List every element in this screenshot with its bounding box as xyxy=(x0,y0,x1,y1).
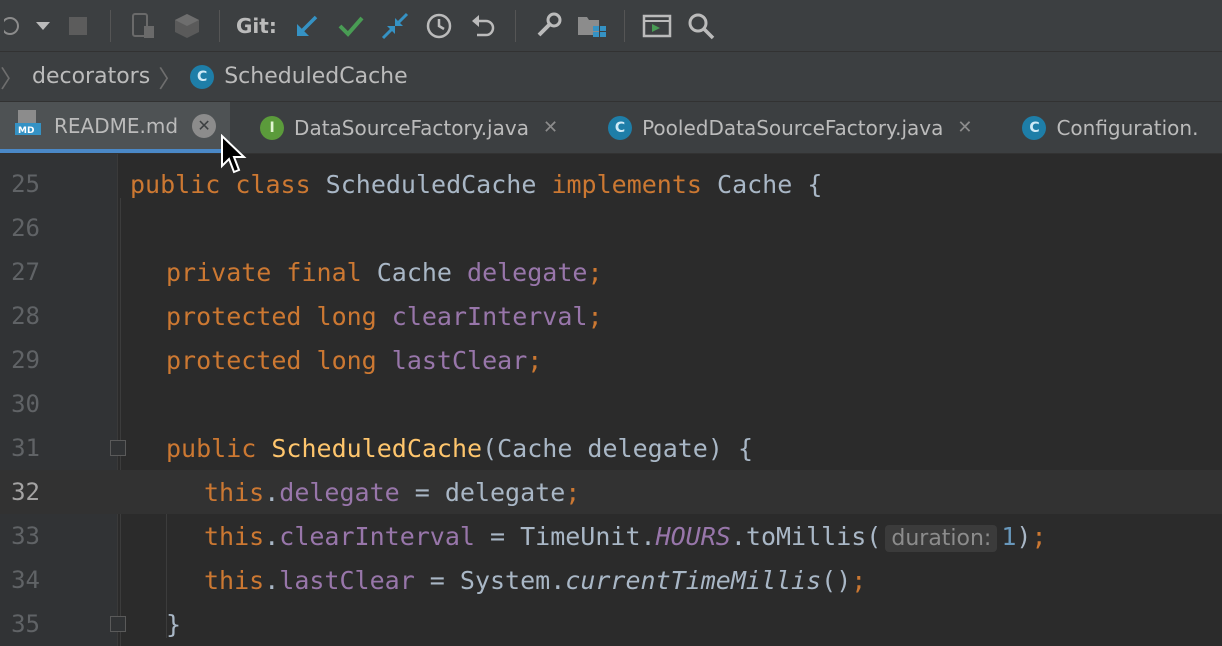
stop-icon[interactable] xyxy=(56,4,100,48)
code-line[interactable]: 27 private final Cache delegate; xyxy=(0,250,1222,294)
close-icon[interactable]: ✕ xyxy=(192,113,217,138)
code-text: protected long clearInterval; xyxy=(166,301,603,331)
code-text: protected long lastClear; xyxy=(166,345,543,375)
markdown-file-icon: MD xyxy=(14,109,42,142)
breadcrumb-separator-icon: 〉 xyxy=(0,65,24,93)
tab-label: DataSourceFactory.java xyxy=(294,115,529,140)
markdown-badge-text: MD xyxy=(18,126,34,136)
toolbar-divider xyxy=(623,9,625,42)
code-line[interactable]: 28 protected long clearInterval; xyxy=(0,294,1222,338)
tab-datasourcefactory[interactable]: I DataSourceFactory.java ✕ xyxy=(230,102,572,153)
line-number: 29 xyxy=(11,346,40,374)
tab-readme[interactable]: MD README.md ✕ xyxy=(0,102,231,153)
tab-label: README.md xyxy=(54,113,179,138)
code-line[interactable]: 35 } xyxy=(0,602,1222,646)
chevron-down-icon[interactable] xyxy=(30,0,56,52)
close-icon[interactable]: ✕ xyxy=(957,117,972,138)
code-line[interactable]: 34 this.lastClear = System.currentTimeMi… xyxy=(0,558,1222,602)
git-label: Git: xyxy=(236,13,277,38)
search-icon[interactable] xyxy=(679,4,723,48)
git-merge-icon[interactable] xyxy=(373,4,417,48)
tab-label: Configuration. xyxy=(1056,115,1199,140)
code-text: this.delegate = delegate; xyxy=(204,477,581,507)
tab-label: PooledDataSourceFactory.java xyxy=(642,115,944,140)
class-icon: C xyxy=(190,64,215,89)
settings-wrench-icon[interactable] xyxy=(526,4,570,48)
git-update-icon[interactable] xyxy=(285,4,329,48)
breadcrumb-item-decorators[interactable]: decorators xyxy=(32,64,150,89)
project-structure-icon[interactable] xyxy=(570,4,614,48)
line-number: 32 xyxy=(11,478,40,506)
code-line[interactable]: 30 xyxy=(0,382,1222,426)
fold-marker-icon[interactable] xyxy=(110,440,126,456)
terminal-icon[interactable] xyxy=(635,4,679,48)
class-icon: C xyxy=(1022,115,1047,140)
line-number: 27 xyxy=(11,258,40,286)
parameter-hint: duration: xyxy=(885,524,998,552)
git-rollback-icon[interactable] xyxy=(461,4,505,48)
breadcrumb: 〉 decorators 〉 C ScheduledCache xyxy=(0,52,1222,102)
code-line[interactable]: 33 this.clearInterval = TimeUnit.HOURS.t… xyxy=(0,514,1222,558)
line-number: 35 xyxy=(11,610,40,638)
device-icon[interactable] xyxy=(121,4,165,48)
breadcrumb-item-scheduledcache[interactable]: ScheduledCache xyxy=(224,64,407,89)
build-icon[interactable] xyxy=(165,4,209,48)
fold-marker-icon[interactable] xyxy=(110,616,126,632)
tab-configuration[interactable]: C Configuration. xyxy=(986,102,1212,153)
code-line[interactable]: 31 public ScheduledCache(Cache delegate)… xyxy=(0,426,1222,470)
toolbar-divider xyxy=(219,9,220,42)
breadcrumb-separator-icon: 〉 xyxy=(158,65,183,93)
git-commit-icon[interactable] xyxy=(329,4,373,48)
line-number: 30 xyxy=(11,390,40,418)
code-text: this.clearInterval = TimeUnit.HOURS.toMi… xyxy=(204,521,1047,552)
mouse-pointer-icon xyxy=(221,134,247,174)
class-icon: C xyxy=(608,115,633,140)
code-text: private final Cache delegate; xyxy=(166,257,603,287)
interface-icon: I xyxy=(260,115,285,140)
code-line[interactable]: 25 public class ScheduledCache implement… xyxy=(0,162,1222,206)
code-text: public ScheduledCache(Cache delegate) { xyxy=(166,433,754,463)
git-history-icon[interactable] xyxy=(417,4,461,48)
line-number: 28 xyxy=(11,302,40,330)
main-toolbar: Git: xyxy=(0,0,1222,52)
line-number: 26 xyxy=(11,214,40,242)
line-number: 34 xyxy=(11,566,40,594)
run-config-icon[interactable] xyxy=(0,0,30,52)
tab-pooleddatasourcefactory[interactable]: C PooledDataSourceFactory.java ✕ xyxy=(572,102,986,153)
line-number: 31 xyxy=(11,434,40,462)
code-text: this.lastClear = System.currentTimeMilli… xyxy=(204,565,867,595)
code-line-current[interactable]: 32 this.delegate = delegate; xyxy=(0,470,1222,514)
code-line[interactable]: 26 xyxy=(0,206,1222,250)
close-icon[interactable]: ✕ xyxy=(543,117,558,138)
code-text: } xyxy=(166,609,182,639)
line-number: 25 xyxy=(11,170,40,198)
toolbar-divider xyxy=(110,9,111,42)
editor-tabbar: MD README.md ✕ I DataSourceFactory.java … xyxy=(0,102,1222,154)
toolbar-divider xyxy=(514,9,516,42)
code-editor[interactable]: 25 public class ScheduledCache implement… xyxy=(0,154,1222,646)
code-line[interactable]: 29 protected long lastClear; xyxy=(0,338,1222,382)
line-number: 33 xyxy=(11,522,40,550)
